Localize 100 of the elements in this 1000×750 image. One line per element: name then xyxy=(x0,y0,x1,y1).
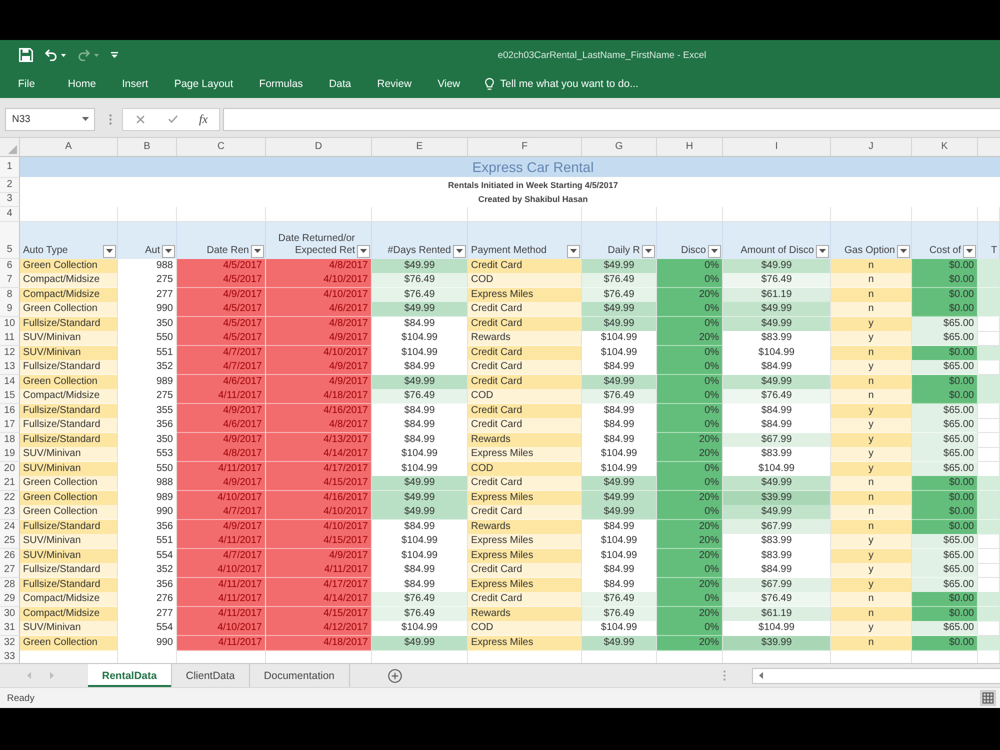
row-number: 21 xyxy=(0,476,20,491)
grid-icon[interactable] xyxy=(980,690,996,706)
row-number: 4 xyxy=(0,207,20,222)
caret-icon xyxy=(360,249,367,253)
table-cell: Credit Card xyxy=(468,592,582,607)
ribbon-tab[interactable]: Page Layout xyxy=(161,70,246,98)
table-cell: y xyxy=(831,432,912,448)
table-cell: 4/11/2017 xyxy=(177,606,266,622)
table-cell: $83.99 xyxy=(723,331,831,346)
ribbon-tab[interactable]: View xyxy=(424,70,474,98)
table-cell: $65.00 xyxy=(912,360,978,375)
filter-button[interactable] xyxy=(963,244,976,258)
table-cell: $65.00 xyxy=(912,548,978,564)
plus-circle-icon[interactable] xyxy=(388,668,402,682)
table-cell: 4/6/2017 xyxy=(177,418,266,433)
table-cell: 4/9/2017 xyxy=(266,331,372,346)
table-cell: 0% xyxy=(657,389,723,404)
table-cell: Rewards xyxy=(468,606,582,622)
table-cell: 4/13/2017 xyxy=(266,432,372,448)
table-cell: n xyxy=(831,258,912,274)
sheet-title: Express Car Rental xyxy=(20,157,1000,178)
table-cell: Credit Card xyxy=(468,476,582,491)
filter-button[interactable] xyxy=(103,244,116,258)
header-label: Auto Type xyxy=(23,244,68,256)
undo-icon[interactable] xyxy=(45,49,57,61)
filter-button[interactable] xyxy=(567,244,580,258)
table-cell: 4/8/2017 xyxy=(266,418,372,433)
table-cell: $76.49 xyxy=(582,273,657,288)
left-arrow-icon[interactable] xyxy=(759,672,763,679)
filter-button[interactable] xyxy=(816,244,829,258)
column-heading: C xyxy=(177,138,266,156)
insert-function-button[interactable]: fx xyxy=(199,112,208,126)
table-cell: 0% xyxy=(657,592,723,607)
column-heading: D xyxy=(266,138,372,156)
table-cell: n xyxy=(831,476,912,491)
row-number: 16 xyxy=(0,404,20,418)
table-cell: 20% xyxy=(657,288,723,302)
filter-button[interactable] xyxy=(708,244,721,258)
caret-icon xyxy=(456,249,463,253)
table-cell: $49.99 xyxy=(723,476,831,491)
filter-button[interactable] xyxy=(251,244,264,258)
horizontal-scrollbar[interactable] xyxy=(752,668,1000,684)
column-heading: J xyxy=(831,138,912,156)
ribbon-tab[interactable]: File xyxy=(5,70,55,98)
table-cell: $49.99 xyxy=(723,316,831,332)
ribbon-tab[interactable]: Review xyxy=(364,70,425,98)
caret-icon[interactable] xyxy=(61,54,66,56)
table-cell: COD xyxy=(468,462,582,476)
ribbon-tab[interactable]: Home xyxy=(54,70,109,98)
table-cell: 0% xyxy=(657,462,723,476)
column-heading: G xyxy=(582,138,657,156)
table-cell: 4/10/2017 xyxy=(266,288,372,302)
row-number: 14 xyxy=(0,374,20,390)
table-cell: 4/11/2017 xyxy=(177,534,266,549)
name-box[interactable]: N33 xyxy=(5,108,95,130)
table-cell: 0% xyxy=(657,374,723,390)
cancel-icon[interactable] xyxy=(136,114,145,124)
table-cell: 20% xyxy=(657,534,723,549)
check-icon[interactable] xyxy=(168,115,178,123)
table-cell: 4/7/2017 xyxy=(177,346,266,360)
filter-button[interactable] xyxy=(642,244,655,258)
row-number: 1 xyxy=(0,157,20,178)
table-cell: COD xyxy=(468,273,582,288)
ribbon-tab[interactable]: Insert xyxy=(108,70,162,98)
formula-input[interactable] xyxy=(223,108,1000,130)
row-number: 3 xyxy=(0,192,20,207)
table-cell: $49.99 xyxy=(723,258,831,274)
table-cell: COD xyxy=(468,621,582,636)
filter-button[interactable] xyxy=(897,244,910,258)
table-cell: 4/6/2017 xyxy=(266,302,372,317)
tell-me-search[interactable]: Tell me what you want to do... xyxy=(500,78,638,90)
save-icon[interactable] xyxy=(19,48,33,62)
caret-icon[interactable] xyxy=(82,117,89,121)
table-cell: $65.00 xyxy=(912,534,978,549)
ribbon-tab[interactable]: Formulas xyxy=(246,70,316,98)
table-cell: $49.99 xyxy=(372,302,468,317)
row-number: 10 xyxy=(0,316,20,332)
table-cell: Express Miles xyxy=(468,490,582,506)
table-cell: $76.49 xyxy=(582,389,657,404)
customize-icon[interactable] xyxy=(111,52,118,58)
table-cell: 4/14/2017 xyxy=(266,592,372,607)
filter-button[interactable] xyxy=(453,244,466,258)
table-cell: $67.99 xyxy=(723,520,831,534)
filter-button[interactable] xyxy=(357,244,370,258)
table-cell: 988 xyxy=(118,258,177,274)
header-label: Payment Method xyxy=(471,244,547,256)
filter-button[interactable] xyxy=(162,244,175,258)
ribbon-tab[interactable]: Data xyxy=(316,70,364,98)
table-cell: 0% xyxy=(657,505,723,520)
table-cell: Fullsize/Standard xyxy=(20,563,118,578)
table-cell: 20% xyxy=(657,606,723,622)
table-cell: $49.99 xyxy=(723,505,831,520)
table-cell: $49.99 xyxy=(723,374,831,390)
lightbulb-icon[interactable] xyxy=(485,78,494,90)
row-number: 23 xyxy=(0,505,20,520)
table-cell: $104.99 xyxy=(723,621,831,636)
sheet-tab[interactable]: RentalData xyxy=(88,664,172,687)
table-cell: $65.00 xyxy=(912,331,978,346)
table-cell: 4/11/2017 xyxy=(266,563,372,578)
table-cell: $76.49 xyxy=(372,592,468,607)
